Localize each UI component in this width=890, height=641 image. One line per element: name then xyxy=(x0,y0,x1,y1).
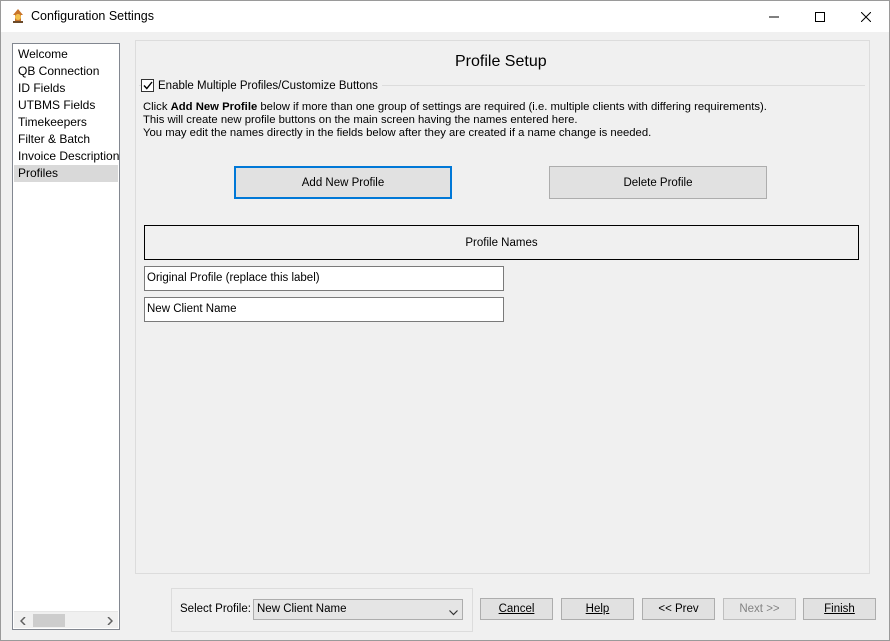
maximize-icon xyxy=(815,11,825,22)
scroll-right-icon[interactable] xyxy=(101,612,118,629)
title-bar: Configuration Settings xyxy=(1,1,889,32)
chevron-down-icon xyxy=(449,604,458,623)
prev-button[interactable]: << Prev xyxy=(642,598,715,620)
cancel-button[interactable]: Cancel xyxy=(480,598,553,620)
close-icon xyxy=(861,11,871,22)
instructions-line-2: This will create new profile buttons on … xyxy=(143,114,578,126)
next-button[interactable]: Next >> xyxy=(723,598,796,620)
instructions-line-3: You may edit the names directly in the f… xyxy=(143,127,652,139)
scroll-left-icon[interactable] xyxy=(14,612,31,629)
checkmark-icon xyxy=(142,81,153,90)
scrollbar-thumb[interactable] xyxy=(33,614,65,627)
help-button[interactable]: Help xyxy=(561,598,634,620)
profile-names-header: Profile Names xyxy=(144,225,859,260)
horizontal-scrollbar[interactable] xyxy=(14,611,118,628)
instructions-text: Click Add New Profile below if more than… xyxy=(143,101,767,140)
sidebar-item-utbms-fields[interactable]: UTBMS Fields xyxy=(14,97,118,114)
minimize-icon xyxy=(769,16,779,17)
enable-profiles-toggle[interactable]: Enable Multiple Profiles/Customize Butto… xyxy=(141,78,382,93)
sidebar-item-profiles[interactable]: Profiles xyxy=(14,165,118,182)
settings-nav-list[interactable]: Welcome QB Connection ID Fields UTBMS Fi… xyxy=(12,43,120,630)
sidebar-item-invoice-description[interactable]: Invoice Description xyxy=(14,148,119,165)
selected-profile-value: New Client Name xyxy=(257,603,347,615)
window-title: Configuration Settings xyxy=(31,9,154,23)
enable-profiles-label[interactable]: Enable Multiple Profiles/Customize Butto… xyxy=(158,80,378,92)
finish-button[interactable]: Finish xyxy=(803,598,876,620)
delete-profile-button[interactable]: Delete Profile xyxy=(549,166,767,199)
maximize-button[interactable] xyxy=(797,1,843,32)
select-profile-label: Select Profile: xyxy=(180,603,251,615)
profile-name-field-1[interactable]: Original Profile (replace this label) xyxy=(144,266,504,291)
page-title: Profile Setup xyxy=(455,53,547,70)
instructions-line-1: Click Add New Profile below if more than… xyxy=(143,101,767,113)
add-new-profile-button[interactable]: Add New Profile xyxy=(234,166,452,199)
minimize-button[interactable] xyxy=(751,1,797,32)
close-button[interactable] xyxy=(843,1,889,32)
profile-name-field-2[interactable]: New Client Name xyxy=(144,297,504,322)
select-profile-dropdown[interactable]: New Client Name xyxy=(253,599,463,620)
sidebar-item-welcome[interactable]: Welcome xyxy=(14,46,118,63)
sidebar-item-qb-connection[interactable]: QB Connection xyxy=(14,63,118,80)
enable-profiles-checkbox[interactable] xyxy=(141,79,154,92)
app-logo-icon xyxy=(10,8,26,24)
sidebar-item-id-fields[interactable]: ID Fields xyxy=(14,80,118,97)
sidebar-item-filter-batch[interactable]: Filter & Batch xyxy=(14,131,118,148)
sidebar-item-timekeepers[interactable]: Timekeepers xyxy=(14,114,118,131)
